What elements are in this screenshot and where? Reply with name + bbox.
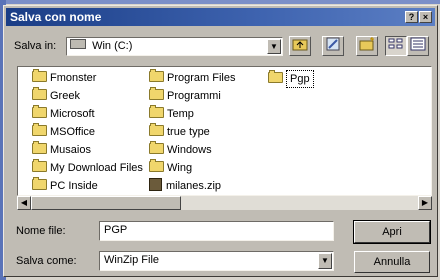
folder-icon <box>32 69 47 82</box>
cancel-button[interactable]: Annulla <box>354 251 430 273</box>
scrollbar-thumb[interactable] <box>31 196 181 210</box>
list-item[interactable]: Temp <box>149 105 194 122</box>
folder-icon <box>149 105 164 118</box>
save-button[interactable]: Apri <box>353 220 431 244</box>
scroll-right-icon[interactable]: ▶ <box>418 196 432 210</box>
list-item[interactable]: Program Files <box>149 69 235 86</box>
folder-icon <box>32 177 47 190</box>
list-view-button[interactable] <box>385 36 407 56</box>
up-folder-icon <box>292 39 308 51</box>
filename-input[interactable]: PGP <box>99 221 334 241</box>
help-button[interactable]: ? <box>405 11 418 23</box>
save-as-dialog: Salva con nome ? × Salva in: Win (C:) ▼ … <box>3 5 438 277</box>
folder-icon <box>268 70 283 83</box>
folder-icon <box>32 123 47 136</box>
chevron-down-icon[interactable]: ▼ <box>267 39 281 54</box>
folder-icon <box>149 159 164 172</box>
new-folder-icon <box>359 37 374 51</box>
details-view-icon <box>410 37 426 51</box>
list-item[interactable]: true type <box>149 123 210 140</box>
savetype-dropdown[interactable]: WinZip File ▼ <box>99 251 334 271</box>
folder-icon <box>149 123 164 136</box>
folder-icon <box>32 87 47 100</box>
filename-label: Nome file: <box>16 225 66 237</box>
list-item[interactable]: Greek <box>32 87 80 104</box>
desktop-button[interactable] <box>322 36 344 56</box>
save-in-label: Salva in: <box>14 40 57 52</box>
list-item[interactable]: PC Inside <box>32 177 98 194</box>
background-window-edge <box>0 0 440 4</box>
folder-icon <box>149 87 164 100</box>
list-item[interactable]: MSOffice <box>32 123 95 140</box>
folder-icon <box>149 141 164 154</box>
list-item[interactable]: Musaios <box>32 141 91 158</box>
folder-icon <box>32 159 47 172</box>
dialog-title: Salva con nome <box>10 10 102 24</box>
list-item[interactable]: My Download Files <box>32 159 143 176</box>
save-in-value: Win (C:) <box>92 40 133 52</box>
filename-value: PGP <box>104 224 128 236</box>
title-bar[interactable]: Salva con nome ? × <box>6 8 435 26</box>
up-one-level-button[interactable] <box>289 36 311 56</box>
folder-icon <box>32 105 47 118</box>
folder-icon <box>32 141 47 154</box>
details-view-button[interactable] <box>407 36 429 56</box>
list-item[interactable]: Windows <box>149 141 212 158</box>
list-item[interactable]: Programmi <box>149 87 221 104</box>
list-item[interactable]: Fmonster <box>32 69 96 86</box>
list-item[interactable]: Microsoft <box>32 105 95 122</box>
scroll-left-icon[interactable]: ◀ <box>17 196 31 210</box>
savetype-label: Salva come: <box>16 255 77 267</box>
new-folder-button[interactable] <box>356 36 378 56</box>
list-view-icon <box>388 38 403 49</box>
list-item-selected[interactable]: Pgp <box>268 70 314 88</box>
chevron-down-icon[interactable]: ▼ <box>318 253 332 269</box>
file-list[interactable]: Fmonster Greek Microsoft MSOffice Musaio… <box>17 66 432 196</box>
horizontal-scrollbar[interactable]: ◀ ▶ <box>17 196 432 210</box>
list-item[interactable]: Wing <box>149 159 192 176</box>
zip-file-icon <box>149 178 162 191</box>
close-button[interactable]: × <box>419 11 432 23</box>
list-item[interactable]: milanes.zip <box>149 178 221 194</box>
drive-icon <box>70 39 86 49</box>
savetype-value: WinZip File <box>104 254 160 266</box>
save-in-dropdown[interactable]: Win (C:) ▼ <box>66 37 283 56</box>
desktop-icon <box>326 37 340 51</box>
folder-icon <box>149 69 164 82</box>
